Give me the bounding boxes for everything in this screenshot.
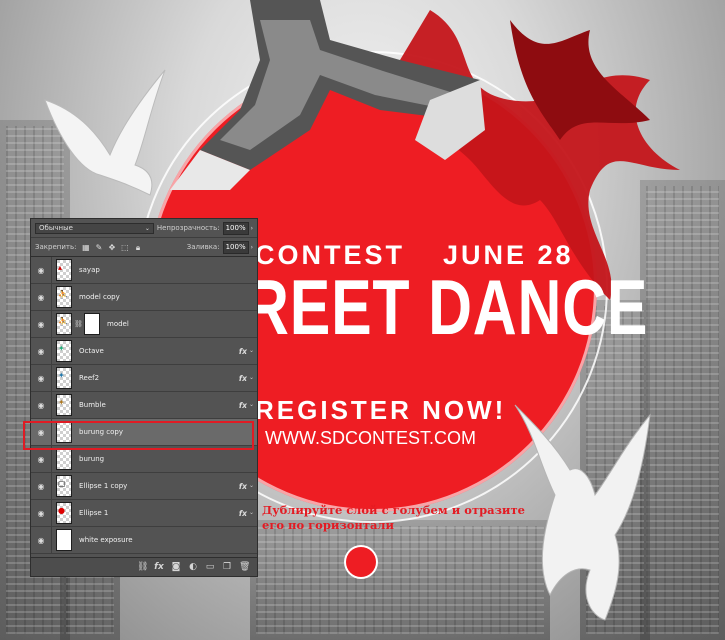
layer-row[interactable]: ◉ white exposure xyxy=(31,526,257,554)
layer-thumbnail: ▴ xyxy=(56,259,72,281)
fx-icon[interactable]: fx xyxy=(239,374,247,383)
layer-name: model xyxy=(107,320,129,328)
fx-icon[interactable]: fx xyxy=(239,509,247,518)
lock-position-icon[interactable]: ✥ xyxy=(107,243,116,252)
blend-mode-select[interactable]: Обычные ⌄ xyxy=(35,222,154,234)
chevron-down-icon[interactable]: ⌄ xyxy=(249,482,254,489)
visibility-eye-icon[interactable]: ◉ xyxy=(31,482,51,491)
lock-transparent-pixels-icon[interactable]: ▦ xyxy=(81,243,90,252)
add-layer-style-icon[interactable]: fx xyxy=(154,562,164,572)
layer-name: sayap xyxy=(79,266,100,274)
instruction-line-2: его по горизонтали xyxy=(262,518,395,532)
adjustment-layer-icon[interactable]: ◐ xyxy=(188,562,198,572)
visibility-eye-icon[interactable]: ◉ xyxy=(31,536,51,545)
layer-thumbnail: ▢ xyxy=(56,475,72,497)
visibility-eye-icon[interactable]: ◉ xyxy=(31,320,51,329)
instruction-line-1: Дублируйте слой с голубем и отразите xyxy=(262,503,525,517)
layer-name: Ellipse 1 copy xyxy=(79,482,128,490)
link-layers-icon[interactable]: ⛓ xyxy=(137,562,148,572)
lock-image-pixels-icon[interactable]: ✎ xyxy=(94,243,103,252)
lock-row: Закрепить: ▦ ✎ ✥ ⬚ 🔒︎ Заливка: 100% › xyxy=(31,238,257,257)
layer-row[interactable]: ◉ burung xyxy=(31,445,257,473)
chevron-down-icon[interactable]: ⌄ xyxy=(249,374,254,381)
selected-layer-highlight-box xyxy=(23,421,254,450)
fill-label: Заливка: xyxy=(186,243,220,251)
layer-row[interactable]: ◉ ✦ Bumble fx ⌄ xyxy=(31,391,257,419)
lock-label: Закрепить: xyxy=(35,243,77,251)
lock-all-icon[interactable]: 🔒︎ xyxy=(133,243,142,252)
layer-thumbnail: ⛹ xyxy=(56,286,72,308)
link-icon: ⛓ xyxy=(74,320,83,328)
layer-thumbnail: ● xyxy=(56,502,72,524)
layer-row[interactable]: ◉ ⛹ ⛓ model xyxy=(31,310,257,338)
layer-row[interactable]: ◉ ▢ Ellipse 1 copy fx ⌄ xyxy=(31,472,257,500)
new-group-icon[interactable]: ▭ xyxy=(205,562,215,572)
layer-name: Octave xyxy=(79,347,104,355)
delete-layer-icon[interactable]: 🗑︎ xyxy=(239,562,250,572)
visibility-eye-icon[interactable]: ◉ xyxy=(31,266,51,275)
opacity-input[interactable]: 100% xyxy=(222,221,249,235)
layer-thumbnail: ✦ xyxy=(56,367,72,389)
fx-icon[interactable]: fx xyxy=(239,347,247,356)
layer-name: Bumble xyxy=(79,401,106,409)
layer-thumbnail xyxy=(56,448,72,470)
fx-icon[interactable]: fx xyxy=(239,401,247,410)
lock-artboard-icon[interactable]: ⬚ xyxy=(120,243,129,252)
chevron-down-icon[interactable]: ⌄ xyxy=(249,401,254,408)
chevron-down-icon[interactable]: ⌄ xyxy=(249,509,254,516)
blend-row: Обычные ⌄ Непрозрачность: 100% › xyxy=(31,219,257,238)
layer-thumbnail: ✦ xyxy=(56,340,72,362)
layer-name: Ellipse 1 xyxy=(79,509,109,517)
instruction-text: Дублируйте слой с голубем и отразите его… xyxy=(262,503,532,533)
poster-website-text: WWW.SDCONTEST.COM xyxy=(265,428,476,448)
layers-panel-footer: ⛓ fx ◙ ◐ ▭ ❐ 🗑︎ xyxy=(31,557,257,576)
layer-thumbnail: ⛹ xyxy=(56,313,72,335)
dove-left-graphic xyxy=(44,69,166,196)
visibility-eye-icon[interactable]: ◉ xyxy=(31,401,51,410)
layer-row[interactable]: ◉ ✦ Octave fx ⌄ xyxy=(31,337,257,365)
visibility-eye-icon[interactable]: ◉ xyxy=(31,293,51,302)
visibility-eye-icon[interactable]: ◉ xyxy=(31,455,51,464)
visibility-eye-icon[interactable]: ◉ xyxy=(31,374,51,383)
chevron-down-icon[interactable]: ⌄ xyxy=(249,347,254,354)
layer-thumbnail xyxy=(56,529,72,551)
new-layer-icon[interactable]: ❐ xyxy=(222,562,232,572)
fill-input[interactable]: 100% xyxy=(222,240,249,254)
add-mask-icon[interactable]: ◙ xyxy=(171,562,181,572)
layer-mask-thumbnail[interactable] xyxy=(84,313,100,335)
layer-row[interactable]: ◉ ⛹ model copy xyxy=(31,283,257,311)
poster-title: REET DANCE xyxy=(245,263,649,351)
opacity-chevron-icon[interactable]: › xyxy=(251,225,253,232)
layers-list: ◉ ▴ sayap ◉ ⛹ model copy ◉ ⛹ ⛓ model ◉ ✦… xyxy=(31,256,257,554)
poster-register-text: REGISTER NOW! xyxy=(255,395,507,425)
layer-row[interactable]: ◉ ● Ellipse 1 fx ⌄ xyxy=(31,499,257,527)
fill-chevron-icon[interactable]: › xyxy=(251,244,253,251)
fx-icon[interactable]: fx xyxy=(239,482,247,491)
layer-thumbnail: ✦ xyxy=(56,394,72,416)
blend-mode-value: Обычные xyxy=(39,224,73,232)
step-marker-dot xyxy=(346,547,376,577)
visibility-eye-icon[interactable]: ◉ xyxy=(31,347,51,356)
opacity-label: Непрозрачность: xyxy=(156,224,220,232)
chevron-down-icon: ⌄ xyxy=(144,224,150,232)
layers-panel: Обычные ⌄ Непрозрачность: 100% › Закрепи… xyxy=(30,218,258,577)
layer-row[interactable]: ◉ ▴ sayap xyxy=(31,256,257,284)
layer-row[interactable]: ◉ ✦ Reef2 fx ⌄ xyxy=(31,364,257,392)
layer-name: burung xyxy=(79,455,105,463)
dancer-graphic xyxy=(170,0,485,190)
layer-name: model copy xyxy=(79,293,120,301)
layer-name: Reef2 xyxy=(79,374,100,382)
visibility-eye-icon[interactable]: ◉ xyxy=(31,509,51,518)
layer-name: white exposure xyxy=(79,536,133,544)
